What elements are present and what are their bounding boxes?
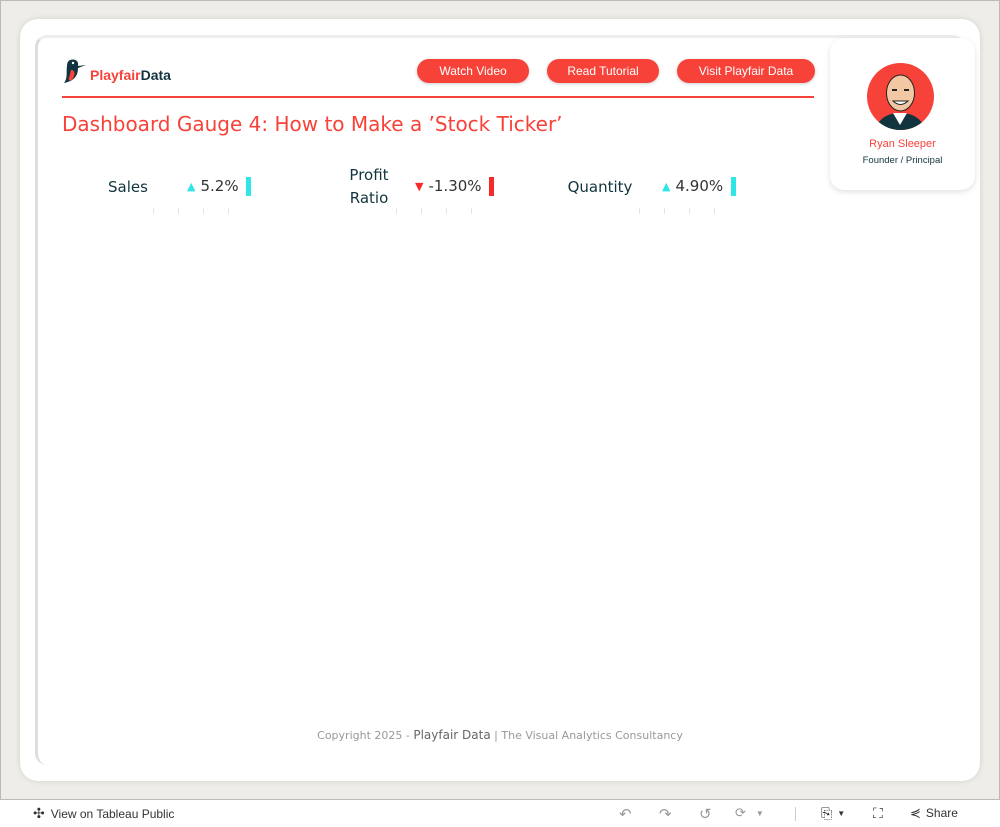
- playfair-logo[interactable]: PlayfairData: [62, 56, 171, 84]
- view-on-tableau-label: View on Tableau Public: [50, 806, 175, 821]
- logo-text-data: Data: [140, 67, 171, 83]
- tick: [689, 208, 690, 214]
- kpi-quantity-percent: 4.90%: [675, 177, 724, 195]
- kpi-sales-bar: [246, 177, 251, 196]
- kingfisher-bird-icon: [64, 59, 86, 83]
- revert-icon: ↺: [699, 806, 712, 823]
- toolbar-divider: [795, 807, 796, 821]
- down-arrow-icon: ▼: [415, 179, 424, 193]
- footer-brand-link[interactable]: Playfair Data: [413, 728, 490, 742]
- undo-button[interactable]: ↶: [619, 805, 632, 823]
- download-icon: ⎘: [821, 805, 833, 821]
- kpi-sales-percent: 5.2%: [200, 177, 239, 195]
- avatar: [867, 63, 934, 130]
- kpi-quantity-label: Quantity: [567, 178, 633, 196]
- footer-prefix: Copyright 2025 -: [317, 729, 414, 742]
- share-icon: ⋞: [910, 805, 921, 820]
- redo-icon: ↷: [659, 806, 672, 823]
- page-title: Dashboard Gauge 4: How to Make a ’Stock …: [62, 112, 563, 136]
- tick: [664, 208, 665, 214]
- header-divider: [62, 96, 814, 98]
- view-on-tableau-public-link[interactable]: ✣ View on Tableau Public: [33, 805, 174, 822]
- revert-button[interactable]: ↺: [699, 805, 712, 823]
- kpi-quantity-value: ▲ 4.90%: [662, 177, 723, 195]
- tick: [178, 208, 179, 214]
- footer-suffix: | The Visual Analytics Consultancy: [490, 729, 683, 742]
- profile-role: Founder / Principal: [862, 155, 943, 166]
- kpi-profit-ratio-label: Profit Ratio: [335, 164, 403, 210]
- kpi-profit-ratio-bar: [489, 177, 494, 196]
- download-button[interactable]: ⎘ ▼: [821, 805, 845, 822]
- visit-playfair-data-button[interactable]: Visit Playfair Data: [677, 59, 815, 83]
- up-arrow-icon: ▲: [187, 179, 196, 193]
- tick: [153, 208, 154, 214]
- tick: [639, 208, 640, 214]
- tick: [714, 208, 715, 214]
- redo-button[interactable]: ↷: [659, 805, 672, 823]
- fullscreen-button[interactable]: ⛶: [873, 805, 883, 822]
- kpi-quantity-bar: [731, 177, 736, 196]
- read-tutorial-button[interactable]: Read Tutorial: [547, 59, 659, 83]
- share-label: Share: [925, 806, 958, 820]
- tick: [228, 208, 229, 214]
- copyright-footer: Copyright 2025 - Playfair Data | The Vis…: [0, 728, 1000, 742]
- tableau-toolbar: ✣ View on Tableau Public ↶ ↷ ↺ ⟳ ▼ ⎘ ▼ ⛶ ⋞…: [0, 800, 1000, 827]
- tick: [396, 208, 397, 214]
- kpi-sales-value: ▲ 5.2%: [187, 177, 239, 195]
- profile-card[interactable]: Ryan Sleeper Founder / Principal: [830, 38, 975, 190]
- profile-name: Ryan Sleeper: [869, 138, 936, 150]
- tick: [203, 208, 204, 214]
- tick: [446, 208, 447, 214]
- chevron-down-icon: ▼: [755, 808, 764, 818]
- logo-text-playfair: Playfair: [90, 67, 141, 83]
- watch-video-button[interactable]: Watch Video: [417, 59, 529, 83]
- undo-icon: ↶: [619, 806, 632, 823]
- share-button[interactable]: ⋞ Share: [910, 805, 958, 821]
- dashboard-panel: [35, 35, 965, 765]
- tableau-logo-icon: ✣: [33, 805, 45, 821]
- refresh-button[interactable]: ⟳ ▼: [735, 805, 764, 821]
- kpi-profit-ratio-percent: -1.30%: [428, 177, 482, 195]
- up-arrow-icon: ▲: [662, 179, 671, 193]
- kpi-sales-label: Sales: [108, 178, 148, 196]
- chevron-down-icon: ▼: [837, 809, 846, 818]
- kpi-profit-label-line1: Profit: [349, 166, 389, 184]
- tick: [421, 208, 422, 214]
- kpi-profit-label-line2: Ratio: [349, 189, 389, 207]
- tick: [471, 208, 472, 214]
- fullscreen-icon: ⛶: [873, 805, 883, 821]
- kpi-profit-ratio-value: ▼ -1.30%: [415, 177, 482, 195]
- refresh-icon: ⟳: [735, 805, 746, 820]
